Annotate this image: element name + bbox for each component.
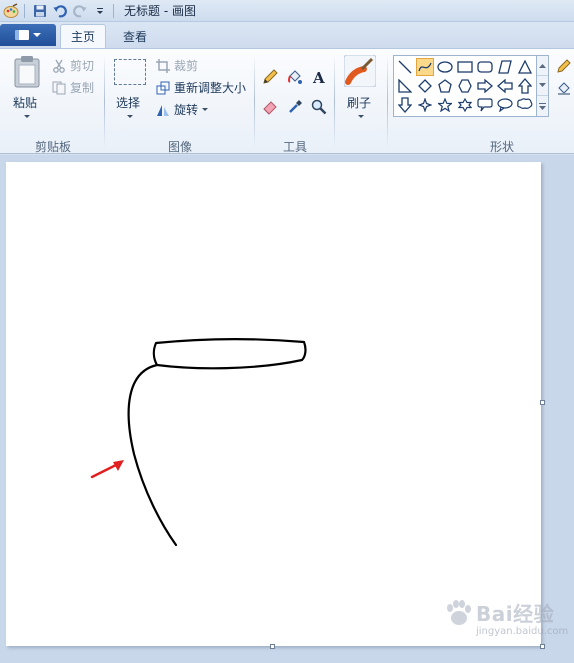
title-separator [113, 3, 114, 18]
right-triangle-shape-icon[interactable] [396, 77, 414, 95]
copy-label: 复制 [70, 81, 95, 95]
line-shape-icon[interactable] [396, 58, 414, 76]
brushes-label[interactable]: 刷子 [347, 94, 371, 111]
group-separator [104, 55, 105, 149]
down-arrow-shape-icon[interactable] [396, 96, 414, 114]
shapes-gallery [393, 55, 537, 117]
svg-text:A: A [312, 69, 325, 85]
group-separator [254, 55, 255, 149]
paint-menu-button[interactable] [0, 24, 56, 46]
curve-shape-icon[interactable] [416, 58, 434, 76]
paste-button[interactable] [12, 55, 42, 89]
rotate-dropdown-icon [202, 108, 209, 111]
shapes-scrollbar[interactable] [537, 55, 549, 117]
quick-access-separator [24, 3, 25, 18]
redo-icon[interactable] [71, 2, 89, 20]
select-label[interactable]: 选择 [116, 94, 140, 111]
canvas-resize-handle-right[interactable] [540, 400, 545, 405]
customize-quick-access-icon[interactable] [91, 2, 109, 20]
oval-shape-icon[interactable] [436, 58, 454, 76]
expand-gallery-icon[interactable] [537, 96, 548, 116]
shapes-group-label: 形状 [489, 140, 514, 154]
crop-icon [156, 58, 170, 73]
undo-icon[interactable] [51, 2, 69, 20]
group-separator [387, 55, 388, 149]
scroll-down-icon[interactable] [537, 76, 548, 96]
right-arrow-shape-icon[interactable] [476, 77, 494, 95]
resize-label: 重新调整大小 [174, 81, 247, 95]
rotate-icon [157, 104, 169, 116]
text-icon[interactable]: A [309, 67, 329, 87]
five-point-star-shape-icon[interactable] [436, 96, 454, 114]
paste-dropdown-icon[interactable] [24, 115, 30, 118]
pencil-icon[interactable] [260, 67, 280, 87]
watermark-url: jingyan.baidu.com [476, 626, 569, 637]
rotate-label: 旋转 [174, 103, 199, 117]
diamond-shape-icon[interactable] [416, 77, 434, 95]
rotate-button[interactable]: 旋转 [156, 101, 209, 118]
baidu-watermark: Bai经验 [444, 598, 554, 627]
fill-shape-icon[interactable] [556, 80, 572, 96]
drawn-curved-bar [152, 338, 307, 370]
four-point-star-shape-icon[interactable] [416, 96, 434, 114]
resize-button[interactable]: 重新调整大小 [156, 79, 246, 96]
pentagon-shape-icon[interactable] [436, 77, 454, 95]
copy-icon [52, 81, 66, 94]
copy-button[interactable]: 复制 [52, 79, 94, 96]
triangle-shape-icon[interactable] [516, 58, 534, 76]
six-point-star-shape-icon[interactable] [456, 96, 474, 114]
rounded-callout-shape-icon[interactable] [476, 96, 494, 114]
cut-button[interactable]: 剪切 [52, 57, 94, 74]
magnifier-icon[interactable] [309, 97, 329, 117]
save-icon[interactable] [31, 2, 49, 20]
hexagon-shape-icon[interactable] [456, 77, 474, 95]
crop-label: 裁剪 [174, 59, 199, 73]
brushes-dropdown-icon[interactable] [358, 115, 364, 118]
crop-button[interactable]: 裁剪 [156, 57, 198, 74]
polygon-shape-icon[interactable] [496, 58, 514, 76]
drawing-canvas[interactable] [6, 162, 541, 646]
clipboard-group-label: 剪贴板 [34, 140, 71, 154]
resize-icon [156, 81, 170, 94]
select-dropdown-icon[interactable] [127, 115, 133, 118]
up-arrow-shape-icon[interactable] [516, 77, 534, 95]
document-icon [15, 30, 29, 40]
left-arrow-shape-icon[interactable] [496, 77, 514, 95]
quick-access-toolbar [0, 0, 118, 22]
canvas-resize-handle-bottom[interactable] [270, 644, 275, 649]
image-group-label: 图像 [167, 140, 192, 154]
window-title: 无标题 - 画图 [124, 4, 196, 18]
brushes-button[interactable] [343, 54, 377, 88]
scroll-up-icon[interactable] [537, 56, 548, 76]
outline-icon[interactable] [556, 58, 572, 74]
eraser-icon[interactable] [260, 97, 280, 117]
chevron-down-icon [33, 33, 41, 37]
rectangle-shape-icon[interactable] [456, 58, 474, 76]
watermark-text: Bai经验 [476, 602, 555, 626]
paint-app-icon[interactable] [2, 2, 20, 20]
tab-home[interactable]: 主页 [60, 24, 106, 48]
ribbon-tab-row: 主页 查看 [0, 22, 574, 48]
title-bar: 无标题 - 画图 [0, 0, 574, 22]
oval-callout-shape-icon[interactable] [496, 96, 514, 114]
color-picker-icon[interactable] [285, 97, 305, 117]
select-button[interactable] [114, 59, 146, 85]
scissors-icon [53, 59, 65, 73]
canvas-resize-handle-corner[interactable] [540, 644, 545, 649]
cut-label: 剪切 [70, 59, 95, 73]
tab-view[interactable]: 查看 [112, 24, 158, 48]
tools-group-label: 工具 [282, 140, 307, 154]
canvas-drawing [90, 338, 307, 547]
cloud-callout-shape-icon[interactable] [516, 96, 534, 114]
baidu-paw-icon [447, 599, 471, 625]
brush-icon [343, 54, 377, 88]
fill-icon[interactable] [285, 67, 305, 87]
rounded-rectangle-shape-icon[interactable] [476, 58, 494, 76]
drawn-long-curve [127, 363, 178, 547]
paste-label[interactable]: 粘贴 [13, 94, 37, 111]
group-separator [334, 55, 335, 149]
